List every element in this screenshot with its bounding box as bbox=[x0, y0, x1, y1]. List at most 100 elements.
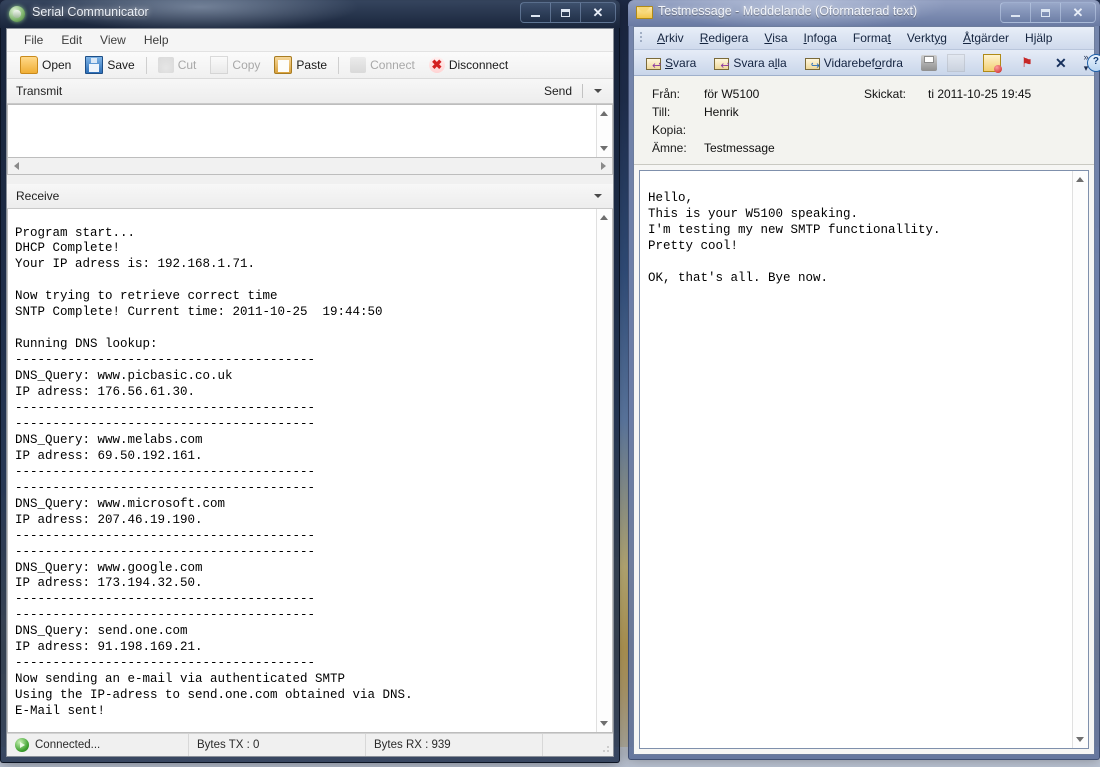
resize-grip-icon[interactable] bbox=[600, 743, 610, 753]
chevron-down-icon[interactable] bbox=[594, 89, 602, 93]
menu-item-arkiv[interactable]: Arkiv bbox=[649, 29, 692, 47]
menu-item-verktyg[interactable]: Verktyg bbox=[899, 29, 955, 47]
mail-menu-bar[interactable]: Arkiv Redigera Visa Infoga Format Verkty… bbox=[634, 27, 1094, 50]
header-row-from: Från: för W5100 Skickat: ti 2011-10-25 1… bbox=[634, 85, 1094, 103]
close-button[interactable]: ✕ bbox=[1060, 2, 1096, 23]
serial-toolbar[interactable]: Open Save Cut Copy Paste Connec bbox=[7, 52, 613, 79]
minimize-button[interactable] bbox=[520, 2, 550, 23]
maximize-icon bbox=[561, 9, 570, 17]
serial-communicator-window[interactable]: Serial Communicator ✕ File Edit View Hel… bbox=[0, 0, 620, 763]
close-icon: ✕ bbox=[1073, 6, 1084, 19]
accel: S bbox=[665, 56, 673, 70]
mark-unread-icon bbox=[983, 54, 1001, 72]
cut-button-label: Cut bbox=[178, 58, 197, 72]
scroll-left-icon[interactable] bbox=[14, 162, 19, 170]
status-spacer bbox=[543, 734, 613, 756]
send-button[interactable]: Send bbox=[540, 84, 576, 98]
forward-label: Vidarebefordra bbox=[824, 56, 903, 70]
mail-window-buttons[interactable]: ✕ bbox=[1000, 2, 1096, 23]
menu-item-redigera[interactable]: Redigera bbox=[692, 29, 757, 47]
open-button[interactable]: Open bbox=[13, 54, 78, 76]
forward-button[interactable]: ↪ Vidarebefordra bbox=[800, 54, 908, 72]
outlook-message-window[interactable]: Testmessage - Meddelande (Oformaterad te… bbox=[628, 0, 1100, 760]
panel-gap bbox=[7, 175, 613, 184]
close-button[interactable]: ✕ bbox=[580, 2, 616, 23]
serial-window-buttons[interactable]: ✕ bbox=[520, 2, 616, 23]
maximize-icon bbox=[1041, 9, 1050, 17]
reply-button[interactable]: ↩ Svara bbox=[641, 54, 701, 72]
minimize-icon bbox=[1011, 15, 1020, 17]
mark-unread-button[interactable] bbox=[978, 53, 1006, 73]
menu-item-edit[interactable]: Edit bbox=[52, 31, 91, 49]
scroll-down-icon[interactable] bbox=[600, 146, 608, 151]
serial-title-bar[interactable]: Serial Communicator ✕ bbox=[0, 0, 620, 28]
delete-button[interactable]: ✕ bbox=[1048, 54, 1074, 72]
connect-button-label: Connect bbox=[370, 58, 415, 72]
accel: o bbox=[875, 56, 882, 70]
menu-label: älp bbox=[1036, 31, 1052, 45]
forward-icon: ↪ bbox=[805, 55, 821, 71]
save-button[interactable]: Save bbox=[78, 54, 141, 76]
mail-title-bar[interactable]: Testmessage - Meddelande (Oformaterad te… bbox=[628, 0, 1100, 26]
reply-all-button[interactable]: ↩ Svara alla bbox=[709, 54, 791, 72]
serial-app-icon bbox=[9, 6, 25, 22]
transmit-horizontal-scrollbar[interactable] bbox=[7, 158, 613, 175]
menu-label: nfoga bbox=[807, 31, 837, 45]
disconnect-red-x-icon bbox=[429, 57, 445, 73]
print-button[interactable] bbox=[916, 54, 942, 72]
toolbar-overflow-icon[interactable]: »▾ bbox=[1080, 52, 1092, 73]
maximize-button[interactable] bbox=[1030, 2, 1060, 23]
disconnect-button[interactable]: Disconnect bbox=[422, 55, 515, 75]
scroll-down-icon[interactable] bbox=[600, 721, 608, 726]
scroll-right-icon[interactable] bbox=[601, 162, 606, 170]
clipboard-paste-icon bbox=[274, 56, 292, 74]
menu-label: isa bbox=[772, 31, 787, 45]
transmit-header-actions[interactable]: Send bbox=[540, 84, 607, 98]
menu-item-help[interactable]: Help bbox=[135, 31, 178, 49]
flag-icon: ⚑ bbox=[1019, 55, 1035, 71]
menu-label: rkiv bbox=[665, 31, 684, 45]
flag-button[interactable]: ⚑ bbox=[1014, 54, 1040, 72]
floppy-disk-icon bbox=[85, 56, 103, 74]
receive-textarea[interactable]: Program start... DHCP Complete! Your IP … bbox=[7, 209, 613, 733]
menu-label: H bbox=[1025, 31, 1034, 45]
scroll-up-icon[interactable] bbox=[1076, 177, 1084, 182]
delete-x-icon: ✕ bbox=[1053, 55, 1069, 71]
label: Svara a bbox=[733, 56, 774, 70]
minimize-button[interactable] bbox=[1000, 2, 1030, 23]
receive-vertical-scrollbar[interactable] bbox=[596, 209, 612, 732]
mail-body-area[interactable]: Hello, This is your W5100 speaking. I'm … bbox=[639, 170, 1089, 749]
copy-icon bbox=[210, 56, 228, 74]
paste-button[interactable]: Paste bbox=[267, 54, 334, 76]
chevron-down-icon[interactable] bbox=[594, 194, 602, 198]
header-row-subject: Ämne: Testmessage bbox=[634, 139, 1094, 157]
serial-status-bar: Connected... Bytes TX : 0 Bytes RX : 939 bbox=[7, 733, 613, 756]
scroll-up-icon[interactable] bbox=[600, 215, 608, 220]
menu-item-hjalp[interactable]: Hjälp bbox=[1017, 29, 1060, 47]
disconnect-button-label: Disconnect bbox=[449, 58, 508, 72]
scroll-up-icon[interactable] bbox=[600, 111, 608, 116]
menu-item-file[interactable]: File bbox=[15, 31, 52, 49]
receive-header-actions[interactable] bbox=[589, 194, 607, 198]
transmit-textarea[interactable] bbox=[7, 104, 613, 158]
receive-panel-header: Receive bbox=[7, 184, 613, 209]
mail-toolbar[interactable]: ↩ Svara ↩ Svara alla ↪ Vidarebefordra ⚑ … bbox=[634, 50, 1094, 76]
menu-item-visa[interactable]: Visa bbox=[756, 29, 795, 47]
mail-client-area: Arkiv Redigera Visa Infoga Format Verkty… bbox=[633, 26, 1095, 755]
menu-item-atgarder[interactable]: Åtgärder bbox=[955, 29, 1017, 47]
mail-vertical-scrollbar[interactable] bbox=[1072, 171, 1088, 748]
serial-menu-bar[interactable]: File Edit View Help bbox=[7, 29, 613, 52]
copy-icon bbox=[947, 54, 965, 72]
menu-accel: Å bbox=[963, 31, 971, 45]
transmit-vertical-scrollbar[interactable] bbox=[596, 105, 612, 157]
subject-value: Testmessage bbox=[704, 139, 864, 157]
maximize-button[interactable] bbox=[550, 2, 580, 23]
menu-item-infoga[interactable]: Infoga bbox=[796, 29, 845, 47]
header-row-cc: Kopia: bbox=[634, 121, 1094, 139]
menu-drag-grip[interactable] bbox=[638, 30, 646, 46]
transmit-panel-header: Transmit Send bbox=[7, 79, 613, 104]
scroll-down-icon[interactable] bbox=[1076, 737, 1084, 742]
menu-item-view[interactable]: View bbox=[91, 31, 135, 49]
reply-all-label: Svara alla bbox=[733, 56, 786, 70]
menu-item-format[interactable]: Format bbox=[845, 29, 899, 47]
